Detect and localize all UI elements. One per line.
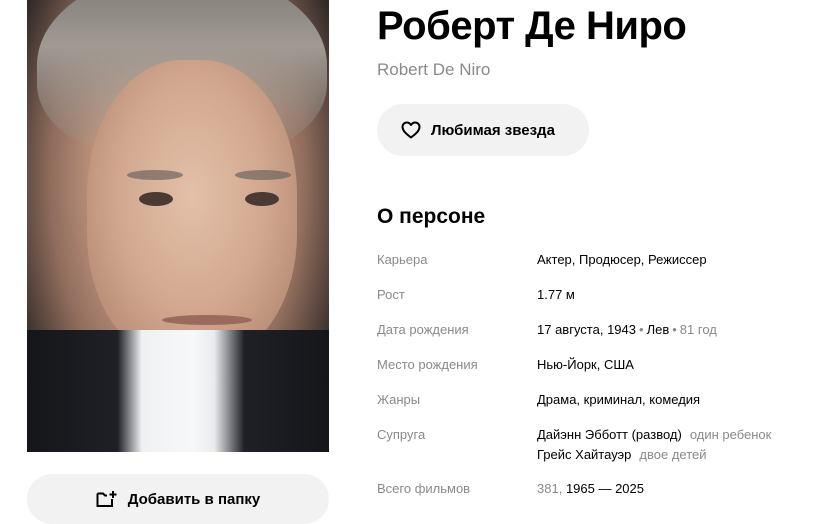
info-label: Карьера xyxy=(377,252,428,267)
info-label: Супруга xyxy=(377,427,426,442)
spouse-name[interactable]: Грейс Хайтауэр xyxy=(537,447,631,462)
age: 81 год xyxy=(679,322,717,337)
info-label: Жанры xyxy=(377,392,421,407)
spouse-line: Грейс Хайтауэр двое детей xyxy=(537,445,771,465)
spouse-note: один ребенок xyxy=(689,427,772,442)
spouse-name[interactable]: Дайэнн Эбботт (развод) xyxy=(537,427,682,442)
info-value: 381, 1965 — 2025 xyxy=(537,479,644,499)
folder-plus-icon xyxy=(96,490,118,508)
films-years: 1965 — 2025 xyxy=(565,481,645,496)
info-value: Дайэнн Эбботт (развод) один ребенок Грейс… xyxy=(537,425,771,465)
info-label: Рост xyxy=(377,287,405,302)
person-photo xyxy=(27,0,329,452)
info-label: Дата рождения xyxy=(377,322,469,337)
favorite-star-button[interactable]: Любимая звезда xyxy=(377,104,589,156)
spouse-note: двое детей xyxy=(639,447,707,462)
info-row-spouse: Супруга Дайэнн Эбботт (развод) один ребен… xyxy=(377,425,807,465)
original-name: Robert De Niro xyxy=(377,60,491,79)
info-value[interactable]: Актер, Продюсер, Режиссер xyxy=(537,250,707,270)
about-section-title: О персоне xyxy=(377,205,486,228)
spouse-line: Дайэнн Эбботт (развод) один ребенок xyxy=(537,425,771,445)
add-to-folder-label: Добавить в папку xyxy=(127,490,261,508)
info-label: Всего фильмов xyxy=(377,481,471,496)
birth-date[interactable]: 17 августа, 1943 xyxy=(537,322,636,337)
favorite-star-label: Любимая звезда xyxy=(431,121,555,139)
info-label: Место рождения xyxy=(377,357,478,372)
person-name: Роберт Де Ниро xyxy=(377,4,687,48)
info-value: 1.77 м xyxy=(537,287,575,302)
info-value[interactable]: Нью-Йорк, США xyxy=(537,355,634,375)
films-count: 381, xyxy=(537,481,563,496)
add-to-folder-button[interactable]: Добавить в папку xyxy=(27,474,329,524)
info-value[interactable]: Драма, криминал, комедия xyxy=(537,390,700,410)
info-value: 17 августа, 1943 • Лев • 81 год xyxy=(537,322,717,337)
zodiac-sign[interactable]: Лев xyxy=(647,322,670,337)
heart-outline-icon xyxy=(401,121,421,139)
